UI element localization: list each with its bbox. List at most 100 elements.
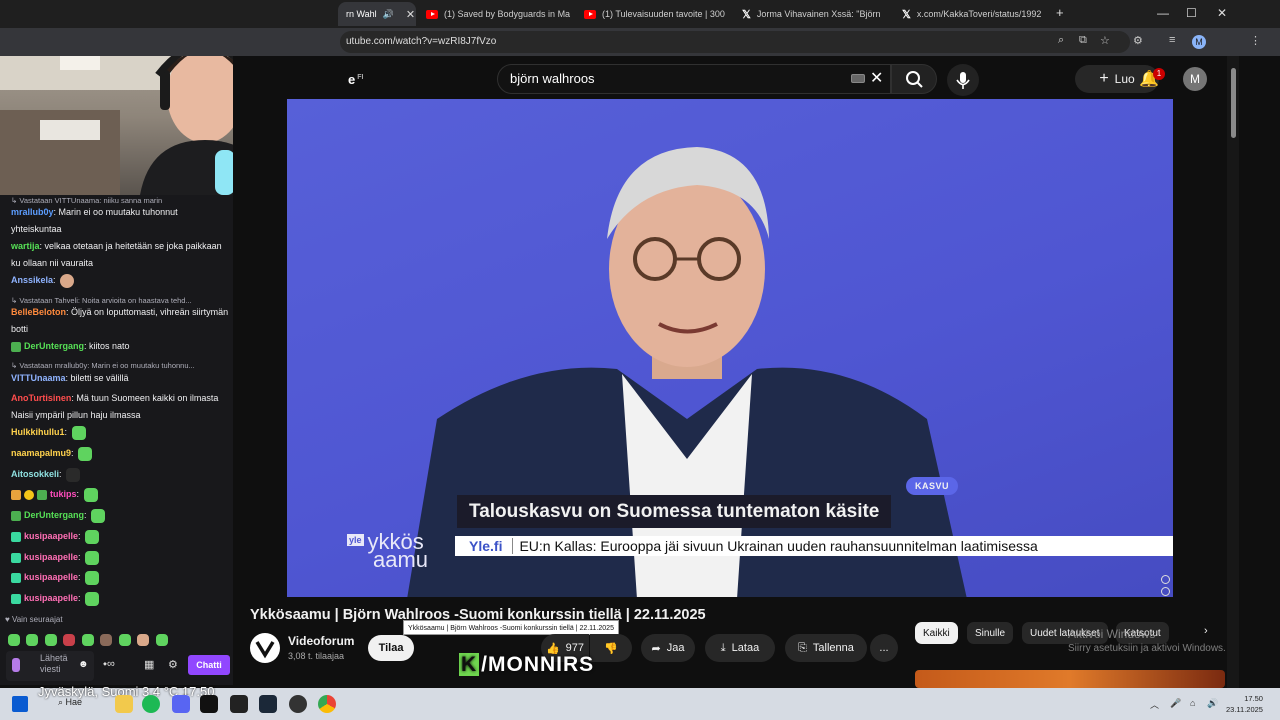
chat-username[interactable]: AnoTurtisinen <box>11 393 71 403</box>
volume-icon[interactable]: 🔊 <box>1207 698 1218 709</box>
pepe-emote-icon[interactable] <box>155 633 168 646</box>
pepe-emote-icon[interactable] <box>26 633 39 646</box>
chat-input[interactable]: Lähetä viesti ☻ <box>6 651 94 681</box>
search-input[interactable]: björn walhroos <box>497 64 891 94</box>
menu-kebab-icon[interactable]: ⋮ <box>1250 34 1261 47</box>
chat-username[interactable]: naamapalmu9 <box>11 448 71 458</box>
recommended-video-thumbnail[interactable] <box>915 670 1225 688</box>
chat-username[interactable]: kusipaapelle <box>24 552 78 562</box>
more-actions-button[interactable]: ... <box>870 634 898 662</box>
window-close-icon[interactable]: ✕ <box>1217 6 1227 20</box>
account-avatar[interactable]: M <box>1183 67 1207 91</box>
tab-x-2[interactable]: 𝕏 x.com/KakkaToveri/status/1992 ✕ <box>894 2 1052 26</box>
chat-username[interactable]: VITTUnaama <box>11 373 66 383</box>
red-emote-icon[interactable] <box>63 633 76 646</box>
reading-list-icon[interactable]: ≡ <box>1169 34 1175 46</box>
zoom-icon[interactable]: ⌕ <box>1058 34 1064 47</box>
speaker-icon[interactable]: 🔊 <box>383 9 394 20</box>
face-emote-icon[interactable] <box>100 633 113 646</box>
channel-name[interactable]: Videoforum <box>288 634 354 648</box>
extensions-icon[interactable]: ⚙ <box>1133 34 1143 47</box>
pepe-emote-icon[interactable] <box>81 633 94 646</box>
chat-username[interactable]: wartija <box>11 241 40 251</box>
dislike-button[interactable]: 👎 <box>590 634 632 662</box>
tab-youtube-2[interactable]: (1) Tulevaisuuden tavoite | 300 ✕ <box>576 2 731 26</box>
install-icon[interactable]: ⧉ <box>1079 34 1087 47</box>
save-button[interactable]: ⎘ Tallenna <box>785 634 867 662</box>
steam-icon[interactable] <box>259 695 277 713</box>
obs-icon[interactable] <box>289 695 307 713</box>
chat-send-button[interactable]: Chatti <box>188 655 230 675</box>
file-explorer-icon[interactable] <box>115 695 133 713</box>
search-button[interactable] <box>891 64 937 94</box>
spotify-icon[interactable] <box>142 695 160 713</box>
system-clock[interactable]: 17.50 23.11.2025 <box>1226 693 1263 715</box>
x-icon: 𝕏 <box>902 8 911 21</box>
x-app-icon[interactable] <box>200 695 218 713</box>
chat-username[interactable]: mrallub0y <box>11 207 54 217</box>
channel-watermark-icon[interactable] <box>1161 587 1170 596</box>
tab-active[interactable]: rn Wahl 🔊 ✕ <box>338 2 416 26</box>
clear-search-icon[interactable]: ✕ <box>870 68 883 88</box>
subscribe-button[interactable]: Tilaa <box>368 635 414 661</box>
settings-icon[interactable]: ⚙ <box>168 658 178 671</box>
browser-address-bar: utube.com/watch?v=wzRI8J7fVzo ⌕ ⧉ ☆ ⚙ ≡ … <box>0 28 1280 56</box>
profile-avatar[interactable]: M <box>1192 35 1206 49</box>
chrome-icon[interactable] <box>318 695 336 713</box>
twitch-chat-panel: ↳ Vastataan VITTUnaama: niiku sanna mari… <box>0 195 233 685</box>
mic-icon[interactable] <box>12 658 20 672</box>
windows-start-icon[interactable] <box>12 696 28 712</box>
taskbar-search[interactable]: ⌕ Hae <box>58 697 82 708</box>
chat-message: kusipaapelle: <box>11 549 229 566</box>
chat-username[interactable]: DerUntergang <box>24 341 84 351</box>
channel-logo-icon <box>255 641 275 659</box>
minimize-icon[interactable]: — <box>1157 6 1169 20</box>
chat-username[interactable]: Aitosokkeli <box>11 469 59 479</box>
chat-username[interactable]: kusipaapelle <box>24 572 78 582</box>
emoji-icon[interactable]: ☻ <box>78 659 89 670</box>
bits-icon[interactable]: ⬩∞ <box>103 658 115 671</box>
chat-username[interactable]: kusipaapelle <box>24 593 78 603</box>
close-icon[interactable]: ✕ <box>886 8 892 21</box>
new-tab-button[interactable]: + <box>1056 5 1064 20</box>
maximize-icon[interactable]: ☐ <box>1186 6 1197 20</box>
search-query-text: björn walhroos <box>510 71 595 86</box>
share-button[interactable]: ➦ Jaa <box>641 634 695 662</box>
chat-username[interactable]: tukips <box>50 489 77 499</box>
page-scrollbar[interactable] <box>1227 56 1239 688</box>
video-player[interactable]: KASVU Talouskasvu on Suomessa tuntematon… <box>287 99 1173 597</box>
bookmark-star-icon[interactable]: ☆ <box>1100 34 1110 47</box>
chat-username[interactable]: DerUntergang <box>24 510 84 520</box>
youtube-logo[interactable]: e FI <box>348 72 363 87</box>
tab-youtube-1[interactable]: (1) Saved by Bodyguards in Ma ✕ <box>418 2 573 26</box>
chat-message: Hulkkihullu1: <box>11 424 229 441</box>
pepe-emote-icon[interactable] <box>118 633 131 646</box>
network-icon[interactable]: ⌂ <box>1190 698 1195 708</box>
scrollbar-thumb[interactable] <box>1231 68 1236 138</box>
info-icon[interactable] <box>1161 575 1170 584</box>
download-button[interactable]: ⤓ Lataa <box>705 634 775 662</box>
chip-all[interactable]: Kaikki <box>915 622 958 644</box>
chip-for-you[interactable]: Sinulle <box>967 622 1014 644</box>
chat-username[interactable]: Hulkkihullu1 <box>11 427 65 437</box>
chat-username[interactable]: BelleBeloton <box>11 307 66 317</box>
keyboard-icon[interactable] <box>851 74 865 83</box>
close-icon[interactable]: ✕ <box>400 8 415 21</box>
pepe-emote-icon[interactable] <box>44 633 57 646</box>
url-field[interactable]: utube.com/watch?v=wzRI8J7fVzo <box>340 31 1130 53</box>
notification-badge: 1 <box>1153 68 1165 80</box>
channel-avatar[interactable] <box>250 633 280 663</box>
voice-search-button[interactable] <box>947 64 979 96</box>
chip-next-icon[interactable]: › <box>1204 625 1208 637</box>
face-emote-icon[interactable] <box>137 633 150 646</box>
discord-icon[interactable] <box>172 695 190 713</box>
microphone-tray-icon[interactable]: 🎤 <box>1170 698 1181 709</box>
pepe-emote-icon[interactable] <box>8 633 20 646</box>
store-icon[interactable]: ▦ <box>144 658 154 671</box>
close-icon[interactable]: ✕ <box>1047 8 1052 21</box>
tray-chevron-icon[interactable]: ︿ <box>1150 698 1159 711</box>
chat-username[interactable]: Anssikela <box>11 275 53 285</box>
tab-x-1[interactable]: 𝕏 Jorma Vihavainen Xssä: "Björn ✕ <box>734 2 892 26</box>
premiere-icon[interactable] <box>230 695 248 713</box>
chat-username[interactable]: kusipaapelle <box>24 531 78 541</box>
